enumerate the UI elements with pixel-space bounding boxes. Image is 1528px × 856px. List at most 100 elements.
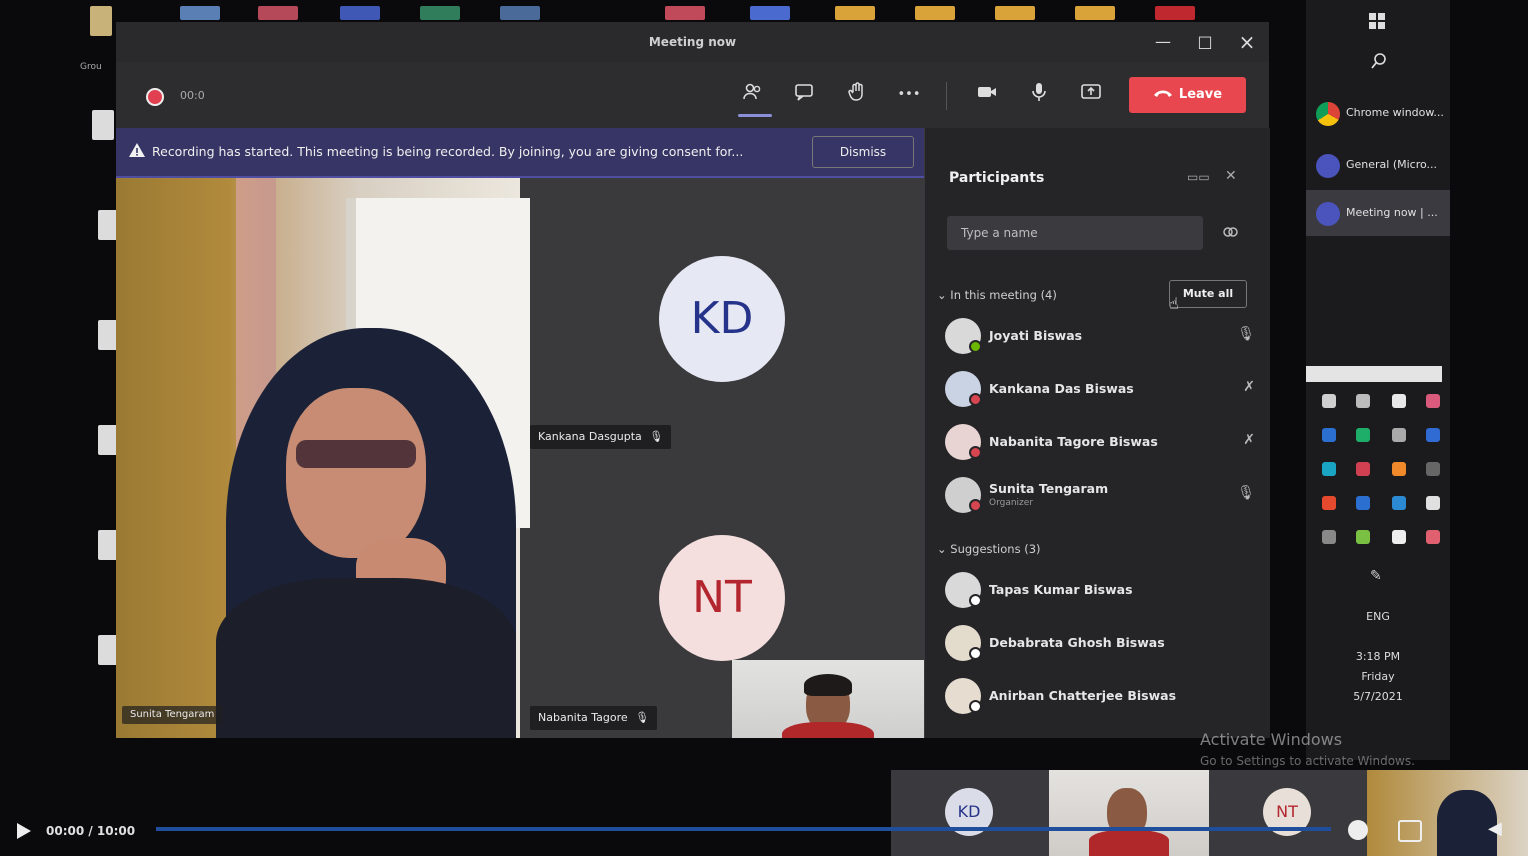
desktop-icon[interactable] xyxy=(92,110,114,140)
minimize-button[interactable]: — xyxy=(1150,30,1176,54)
desktop-shortcut[interactable] xyxy=(835,6,875,20)
suggestion-row[interactable]: Tapas Kumar Biswas xyxy=(945,570,1255,610)
search-icon[interactable] xyxy=(1370,52,1388,74)
participant-name: Tapas Kumar Biswas xyxy=(989,582,1133,597)
desktop-shortcut[interactable] xyxy=(340,6,380,20)
taskbar-item-label: General (Micro... xyxy=(1346,158,1438,171)
pip-icon[interactable] xyxy=(1398,820,1422,842)
settings-icon[interactable] xyxy=(1348,820,1368,840)
tray-icon[interactable] xyxy=(1356,428,1370,442)
warning-icon xyxy=(128,142,146,162)
suggestions-section-header[interactable]: ⌄ Suggestions (3) xyxy=(937,542,1041,556)
desktop-icon[interactable] xyxy=(90,6,112,36)
hand-icon[interactable] xyxy=(842,80,872,110)
dismiss-button[interactable]: Dismiss xyxy=(812,136,914,168)
tray-icon[interactable] xyxy=(1322,462,1336,476)
tray-icon[interactable] xyxy=(1392,462,1406,476)
mic-off-icon: 🎙 xyxy=(649,430,664,443)
meeting-toolbar: 00:0 ••• Leave xyxy=(116,62,1269,129)
volume-icon[interactable]: ◀ xyxy=(1488,818,1502,839)
tray-icon[interactable] xyxy=(1322,428,1336,442)
avatar xyxy=(945,477,982,513)
language-indicator[interactable]: ENG xyxy=(1306,610,1450,623)
maximize-button[interactable]: □ xyxy=(1192,30,1218,54)
microphone-icon[interactable] xyxy=(1024,80,1054,110)
tray-icon[interactable] xyxy=(1356,462,1370,476)
desktop-shortcut[interactable] xyxy=(995,6,1035,20)
seek-bar[interactable] xyxy=(156,827,1331,831)
tray-icon[interactable] xyxy=(1356,496,1370,510)
leave-button[interactable]: Leave xyxy=(1129,77,1246,113)
thumbnail-nt: NT xyxy=(1209,770,1367,856)
tray-icon[interactable] xyxy=(1426,462,1440,476)
desktop-shortcut[interactable] xyxy=(420,6,460,20)
desktop-shortcut[interactable] xyxy=(1075,6,1115,20)
share-screen-icon[interactable] xyxy=(1076,80,1106,110)
gmail-icon[interactable] xyxy=(1155,6,1195,20)
suggestion-row[interactable]: Anirban Chatterjee Biswas xyxy=(945,676,1255,716)
pen-icon[interactable]: ✎ xyxy=(1370,568,1382,584)
people-icon[interactable] xyxy=(738,80,768,110)
activation-watermark-title: Activate Windows xyxy=(1200,730,1343,749)
in-meeting-label: In this meeting (4) xyxy=(950,288,1057,302)
mute-all-button[interactable]: Mute all xyxy=(1169,280,1247,308)
tile-name-nt-label: Nabanita Tagore xyxy=(538,711,628,724)
play-button[interactable] xyxy=(16,822,32,844)
taskbar-item[interactable]: General (Micro... xyxy=(1306,142,1450,188)
search-input[interactable]: Type a name xyxy=(947,216,1203,250)
tray-icon[interactable] xyxy=(1392,496,1406,510)
close-panel-icon[interactable]: ✕ xyxy=(1225,168,1237,184)
participant-row[interactable]: Sunita Tengaram Organizer 🎙 xyxy=(945,475,1255,515)
tray-icon[interactable] xyxy=(1392,394,1406,408)
participant-row[interactable]: Nabanita Tagore Biswas ✗ xyxy=(945,422,1255,462)
avatar xyxy=(945,318,982,354)
avatar xyxy=(945,572,982,608)
in-meeting-section-header[interactable]: ⌄ In this meeting (4) xyxy=(937,288,1057,302)
desktop-shortcut[interactable] xyxy=(750,6,790,20)
desktop-shortcut[interactable] xyxy=(915,6,955,20)
tile-name-nt: Nabanita Tagore 🎙 xyxy=(530,706,658,730)
share-invite-icon[interactable] xyxy=(1221,223,1239,245)
participant-row[interactable]: Kankana Das Biswas ✗ xyxy=(945,369,1255,409)
thumbnail-video xyxy=(1049,770,1209,856)
clock-time[interactable]: 3:18 PM xyxy=(1306,650,1450,663)
close-button[interactable]: × xyxy=(1234,30,1260,54)
desktop-shortcut[interactable] xyxy=(665,6,705,20)
mic-muted-icon: ✗ xyxy=(1243,432,1255,448)
windows-start-icon[interactable] xyxy=(1368,12,1386,34)
participant-name: Joyati Biswas xyxy=(989,328,1083,343)
panel-title: Participants xyxy=(949,170,1045,186)
tray-icon[interactable] xyxy=(1426,496,1440,510)
panel-options-icon[interactable]: ▭▭ xyxy=(1187,170,1210,184)
mouse-cursor-icon: ☝ xyxy=(1169,294,1179,313)
desktop-shortcut[interactable] xyxy=(258,6,298,20)
more-options-button[interactable]: ••• xyxy=(894,80,924,110)
window-title: Meeting now xyxy=(648,35,737,49)
tray-icon[interactable] xyxy=(1322,530,1336,544)
tray-icon[interactable] xyxy=(1322,496,1336,510)
person-glasses xyxy=(296,440,416,468)
taskbar-item-active[interactable]: Meeting now | ... xyxy=(1306,190,1450,236)
participant-row[interactable]: Joyati Biswas 🎙 xyxy=(945,316,1255,356)
tray-icon[interactable] xyxy=(1356,530,1370,544)
tray-icon[interactable] xyxy=(1426,428,1440,442)
chevron-down-icon: ⌄ xyxy=(937,288,951,302)
tray-icon[interactable] xyxy=(1392,428,1406,442)
suggestion-row[interactable]: Debabrata Ghosh Biswas xyxy=(945,623,1255,663)
avatar xyxy=(945,371,982,407)
taskbar-item[interactable]: Chrome window... xyxy=(1306,90,1450,136)
desktop-shortcut[interactable] xyxy=(500,6,540,20)
teams-icon xyxy=(1316,154,1340,178)
tray-scroll[interactable] xyxy=(1306,366,1442,382)
tray-icon[interactable] xyxy=(1426,394,1440,408)
desktop-shortcut[interactable] xyxy=(180,6,220,20)
tray-icon[interactable] xyxy=(1392,530,1406,544)
camera-icon[interactable] xyxy=(972,80,1002,110)
chat-icon[interactable] xyxy=(790,80,820,110)
meeting-timer: 00:0 xyxy=(180,89,205,102)
mic-off-icon: 🎙 xyxy=(635,711,650,724)
player-time: 00:00 / 10:00 xyxy=(46,824,136,838)
tray-icon[interactable] xyxy=(1322,394,1336,408)
tray-icon[interactable] xyxy=(1356,394,1370,408)
tray-icon[interactable] xyxy=(1426,530,1440,544)
